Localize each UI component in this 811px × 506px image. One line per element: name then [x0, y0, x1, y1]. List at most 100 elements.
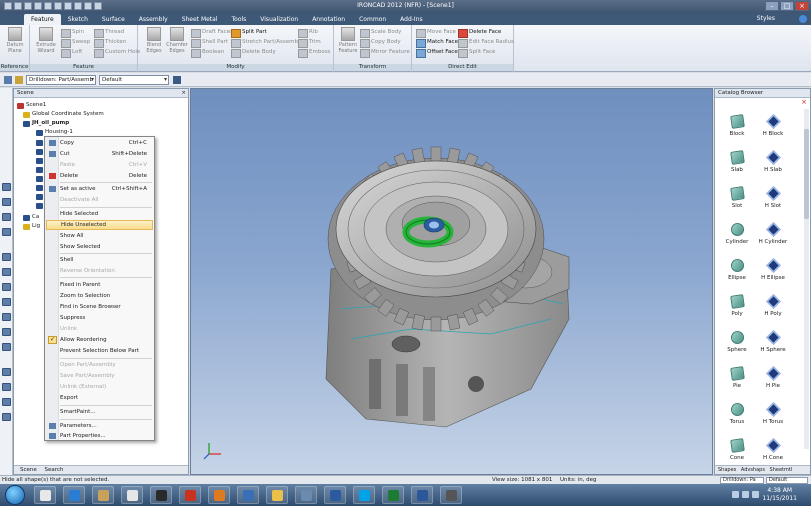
tab-feature[interactable]: Feature — [24, 14, 61, 25]
spin-button[interactable]: Spin — [61, 28, 84, 38]
menu-item-hide-unselected[interactable]: Hide Unselected — [46, 220, 153, 230]
tool-icon[interactable] — [2, 283, 11, 291]
status-drilldown-select[interactable]: Drilldown: Pa — [720, 477, 764, 484]
taskbar-app-button[interactable] — [353, 486, 375, 504]
menu-item-unlink[interactable]: Unlink — [46, 324, 153, 334]
menu-item-deactivate-all[interactable]: Deactivate All — [46, 195, 153, 205]
tree-item-assembly[interactable]: JH_oil_pump — [23, 120, 69, 127]
menu-item-save-part[interactable]: Save Part/Assembly — [46, 371, 153, 381]
tool-icon[interactable] — [2, 198, 11, 206]
catalog-close-icon[interactable]: × — [801, 99, 807, 106]
menu-item-copy[interactable]: Copy Ctrl+C — [46, 138, 153, 148]
custom-hole-button[interactable]: Custom Hole — [94, 48, 140, 58]
taskbar-clock[interactable]: 4:38 AM 11/15/2011 — [762, 487, 797, 503]
taskbar-app-button[interactable] — [208, 486, 230, 504]
loft-button[interactable]: Loft — [61, 48, 82, 58]
connect-icon[interactable] — [173, 76, 181, 84]
menu-item-smartpaint[interactable]: SmartPaint... — [46, 407, 153, 417]
menu-item-cut[interactable]: Cut Shift+Delete — [46, 149, 153, 159]
menu-item-open-part[interactable]: Open Part/Assembly — [46, 360, 153, 370]
thread-button[interactable]: Thread — [94, 28, 124, 38]
menu-item-fixed-in-parent[interactable]: Fixed in Parent — [46, 280, 153, 290]
catalog-item-pie[interactable]: Pie — [720, 366, 754, 389]
tab-sketch[interactable]: Sketch — [61, 14, 95, 25]
select-filter-icon[interactable] — [15, 76, 23, 84]
style-select[interactable]: Default — [99, 75, 169, 85]
tool-icon[interactable] — [2, 228, 11, 236]
tool-icon[interactable] — [2, 183, 11, 191]
catalog-item-slot[interactable]: Slot — [720, 186, 754, 209]
catalog-item-cone[interactable]: Cone — [720, 438, 754, 461]
extrude-wizard-button[interactable]: Extrude Wizard — [34, 27, 58, 54]
styles-menu[interactable]: Styles — [757, 15, 775, 22]
tool-icon[interactable] — [2, 253, 11, 261]
tool-icon[interactable] — [2, 298, 11, 306]
menu-item-delete[interactable]: Delete Delete — [46, 171, 153, 181]
delete-body-button[interactable]: Delete Body — [231, 48, 276, 58]
taskbar-app-button[interactable] — [295, 486, 317, 504]
tree-item-scene[interactable]: Scene1 — [17, 102, 46, 109]
catalog-item-h-slab[interactable]: H Slab — [756, 150, 790, 173]
catalog-item-h-ellipse[interactable]: H Ellipse — [756, 258, 790, 281]
pointer-icon[interactable] — [4, 76, 12, 84]
start-button[interactable] — [5, 485, 25, 505]
status-style-select[interactable]: Default — [766, 477, 808, 484]
catalog-tab-advshapes[interactable]: Advshaps — [741, 467, 765, 473]
copy-body-button[interactable]: Copy Body — [360, 38, 401, 48]
catalog-item-h-cylinder[interactable]: H Cylinder — [756, 222, 790, 245]
catalog-item-h-block[interactable]: H Block — [756, 114, 790, 137]
stretch-part-button[interactable]: Stretch Part/Assembly — [231, 38, 303, 48]
menu-item-find-in-scene-browser[interactable]: Find in Scene Browser — [46, 302, 153, 312]
catalog-item-h-sphere[interactable]: H Sphere — [756, 330, 790, 353]
tool-icon[interactable] — [2, 343, 11, 351]
menu-item-hide-selected[interactable]: Hide Selected — [46, 209, 153, 219]
split-face-button[interactable]: Split Face — [458, 48, 495, 58]
tree-item-global-coordinate-system[interactable]: Global Coordinate System — [23, 111, 104, 118]
search-tab[interactable]: Search — [45, 467, 64, 473]
scene-panel-close-icon[interactable]: × — [181, 89, 186, 97]
drilldown-select[interactable]: Drilldown: Part/Assemb — [26, 75, 96, 85]
catalog-item-block[interactable]: Block — [720, 114, 754, 137]
menu-item-paste[interactable]: Paste Ctrl+V — [46, 160, 153, 170]
menu-item-part-properties[interactable]: Part Properties... — [46, 431, 153, 441]
datum-plane-button[interactable]: Datum Plane — [3, 27, 27, 54]
taskbar-app-button[interactable] — [34, 486, 56, 504]
tree-item-lights[interactable]: Lig — [23, 223, 40, 230]
trim-button[interactable]: Trim — [298, 38, 321, 48]
catalog-item-torus[interactable]: Torus — [720, 402, 754, 425]
emboss-button[interactable]: Emboss — [298, 48, 330, 58]
catalog-item-h-pie[interactable]: H Pie — [756, 366, 790, 389]
menu-item-allow-reordering[interactable]: ✓ Allow Reordering — [46, 335, 153, 345]
catalog-item-cylinder[interactable]: Cylinder — [720, 222, 754, 245]
tab-annotation[interactable]: Annotation — [305, 14, 352, 25]
tab-visualization[interactable]: Visualization — [253, 14, 305, 25]
thicken-button[interactable]: Thicken — [94, 38, 126, 48]
menu-item-parameters[interactable]: Parameters... — [46, 421, 153, 431]
offset-face-button[interactable]: Offset Face — [416, 48, 458, 58]
tool-icon[interactable] — [2, 398, 11, 406]
tool-icon[interactable] — [2, 368, 11, 376]
menu-item-reverse-orientation[interactable]: Reverse Orientation — [46, 266, 153, 276]
minimize-button[interactable]: – — [765, 1, 779, 11]
draft-faces-button[interactable]: Draft Faces — [191, 28, 233, 38]
3d-viewport[interactable] — [190, 88, 713, 475]
tab-common[interactable]: Common — [352, 14, 393, 25]
help-icon[interactable] — [799, 15, 807, 23]
catalog-item-slab[interactable]: Slab — [720, 150, 754, 173]
catalog-item-sphere[interactable]: Sphere — [720, 330, 754, 353]
menu-item-export[interactable]: Export — [46, 393, 153, 403]
tab-surface[interactable]: Surface — [95, 14, 132, 25]
taskbar-app-button[interactable] — [150, 486, 172, 504]
catalog-tab-sheetmetal[interactable]: Sheetmtl — [770, 467, 793, 473]
tray-icon[interactable] — [742, 491, 749, 498]
tool-icon[interactable] — [2, 413, 11, 421]
menu-item-prevent-selection[interactable]: Prevent Selection Below Part — [46, 346, 153, 356]
tool-icon[interactable] — [2, 268, 11, 276]
tab-assembly[interactable]: Assembly — [132, 14, 175, 25]
scale-body-button[interactable]: Scale Body — [360, 28, 401, 38]
blend-edges-button[interactable]: Blend Edges — [142, 27, 166, 54]
tab-tools[interactable]: Tools — [225, 14, 254, 25]
taskbar-app-button[interactable] — [121, 486, 143, 504]
scene-tab[interactable]: Scene — [20, 467, 37, 473]
catalog-item-poly[interactable]: Poly — [720, 294, 754, 317]
